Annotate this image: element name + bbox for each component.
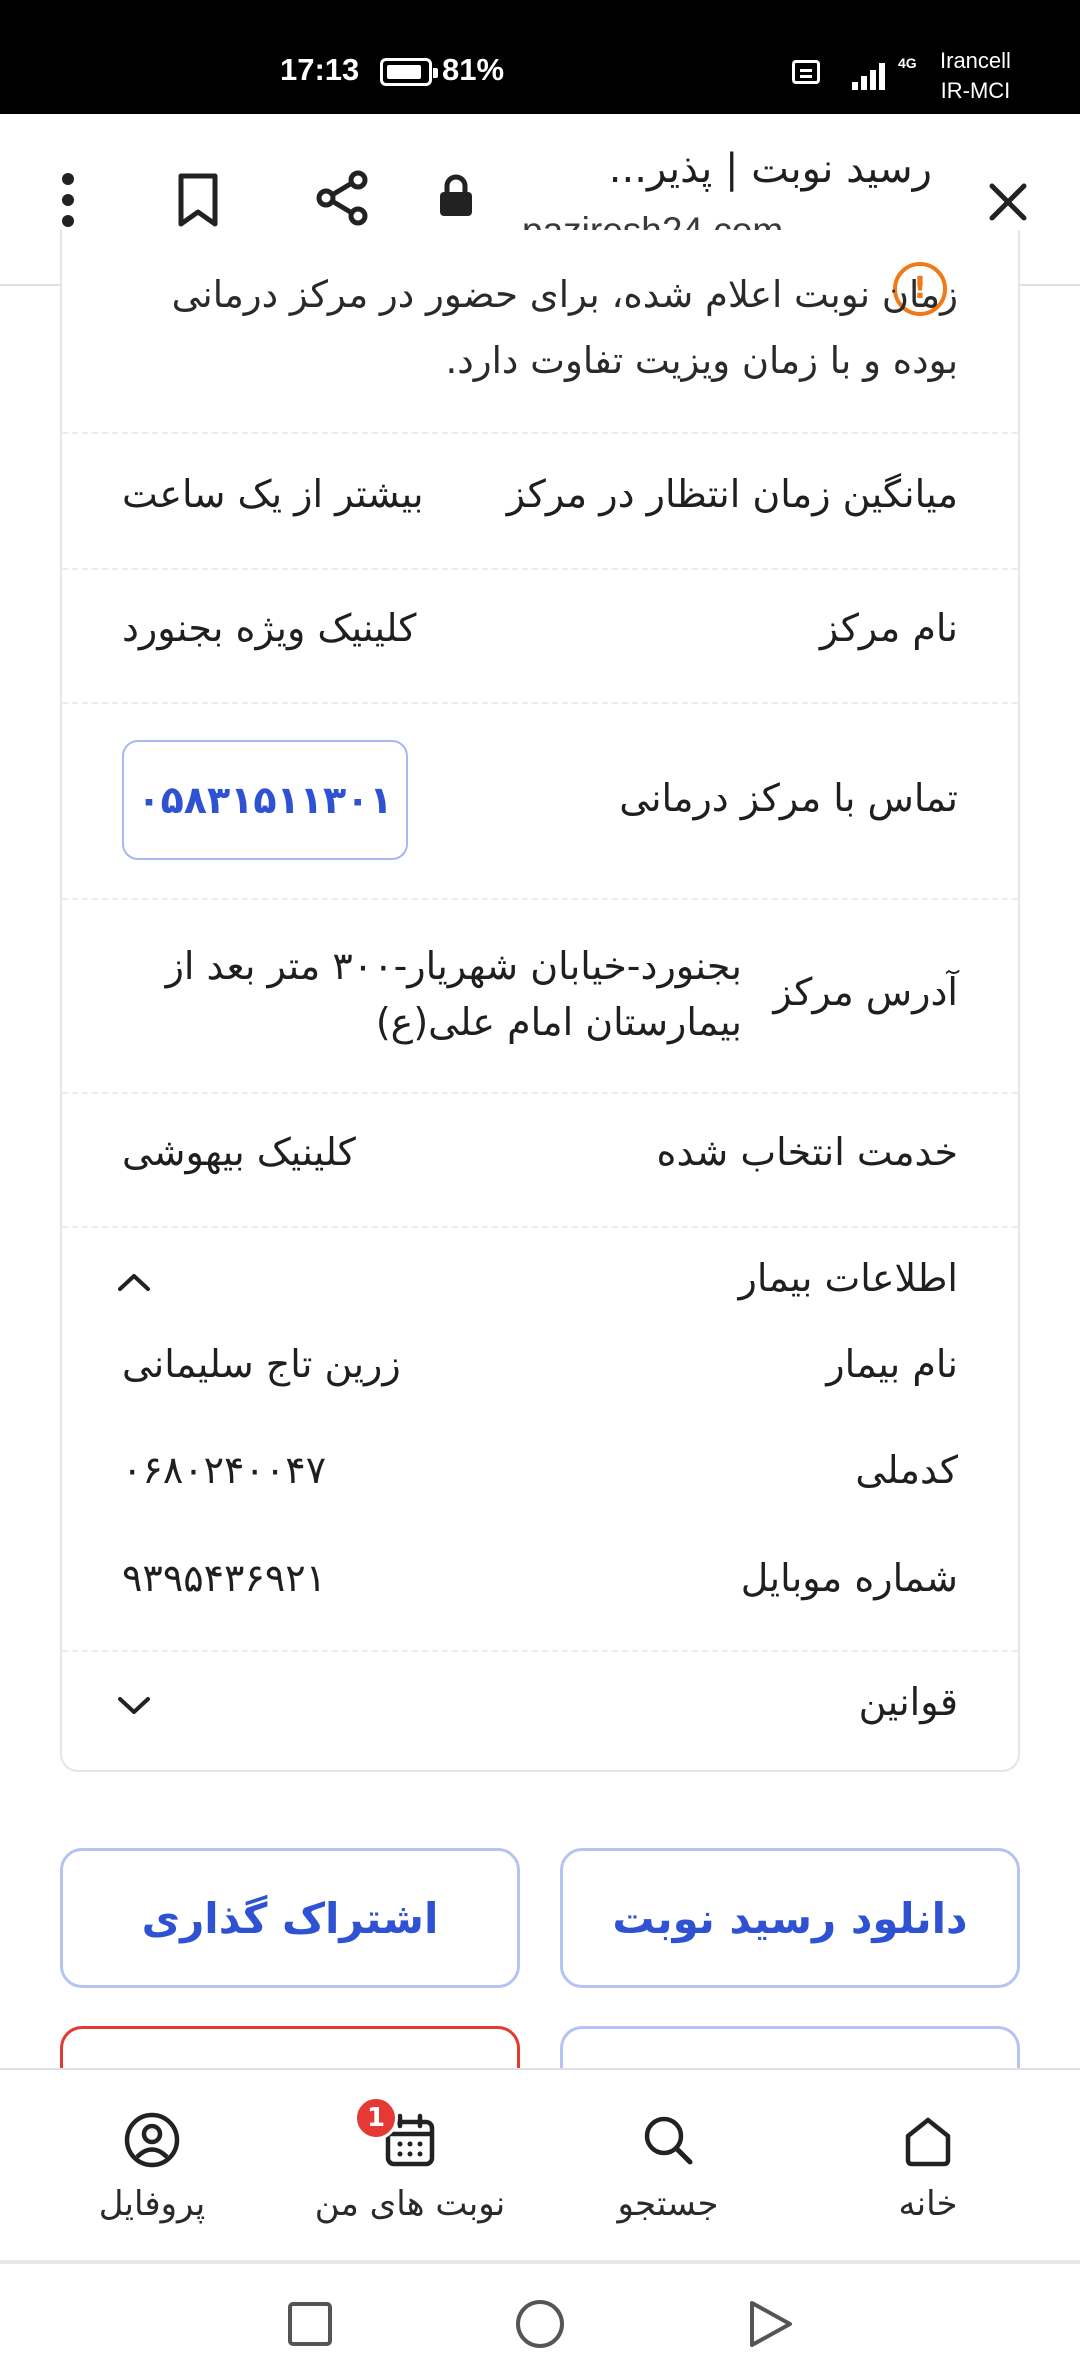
bookmark-icon[interactable] <box>170 168 226 232</box>
service-label: خدمت انتخاب شده <box>656 1130 958 1174</box>
divider <box>62 702 1018 704</box>
recents-icon[interactable] <box>282 2296 338 2352</box>
profile-icon <box>124 2112 180 2168</box>
national-code-label: کدملی <box>855 1448 958 1492</box>
chevron-down-icon[interactable] <box>116 1688 152 1724</box>
chevron-up-icon[interactable] <box>116 1264 152 1300</box>
mobile-value: ۹۳۹۵۴۳۶۹۲۱ <box>122 1556 327 1600</box>
nav-home[interactable]: خانه <box>808 2070 1048 2262</box>
patient-name-value: زرین تاج سلیمانی <box>122 1342 401 1386</box>
national-code-value: ۰۶۸۰۲۴۰۰۴۷ <box>122 1448 327 1492</box>
back-icon[interactable] <box>742 2296 798 2352</box>
nav-search-label: جستجو <box>617 2184 719 2224</box>
system-navigation-bar <box>0 2260 1080 2376</box>
home-icon <box>905 2117 951 2167</box>
page-title: رسید نوبت | پذیر... <box>608 146 932 192</box>
contact-label: تماس با مرکز درمانی <box>619 776 958 820</box>
divider <box>62 1650 1018 1652</box>
status-time: 17:13 <box>280 52 360 87</box>
nav-my-appointments-label: نوبت های من <box>314 2184 506 2224</box>
carrier-name: Irancell IR-MCI <box>940 46 1011 106</box>
home-circle-icon[interactable] <box>512 2296 568 2352</box>
network-type: 4G <box>898 55 917 71</box>
call-center-button[interactable]: ۰۵۸۳۱۵۱۱۳۰۱ <box>122 740 408 860</box>
service-value: کلینیک بیهوشی <box>122 1130 356 1174</box>
more-vert-icon[interactable] <box>52 168 84 232</box>
address-value: بجنورد-خیابان شهریار-۳۰۰ متر بعد از بیما… <box>165 944 742 1044</box>
nav-my-appointments[interactable]: 1 نوبت های من <box>290 2070 530 2262</box>
status-bar: 17:13 81% 4G Irancell IR-MCI <box>0 0 1080 114</box>
share-icon[interactable] <box>310 166 374 230</box>
divider <box>62 568 1018 570</box>
avg-wait-value: بیشتر از یک ساعت <box>122 472 424 516</box>
battery-percent: 81% <box>442 52 505 87</box>
nav-home-label: خانه <box>898 2184 958 2224</box>
mobile-label: شماره موبایل <box>740 1556 958 1600</box>
notification-badge: 1 <box>354 2096 398 2140</box>
close-icon[interactable] <box>978 172 1038 232</box>
divider <box>62 1226 1018 1228</box>
lock-icon[interactable] <box>432 172 480 220</box>
nav-search[interactable]: جستجو <box>548 2070 788 2262</box>
signal-icon <box>852 58 892 90</box>
center-name-label: نام مرکز <box>819 606 958 650</box>
message-notification-icon <box>792 60 820 84</box>
address-label: آدرس مرکز <box>773 970 958 1014</box>
carrier-line1: Irancell <box>940 48 1011 73</box>
nav-profile[interactable]: پروفایل <box>32 2070 272 2262</box>
bottom-navigation: خانه جستجو 1 نوبت های من پروفایل <box>0 2068 1080 2262</box>
divider <box>62 898 1018 900</box>
avg-wait-label: میانگین زمان انتظار در مرکز <box>506 472 958 516</box>
carrier-line2: IR-MCI <box>940 78 1011 103</box>
patient-name-label: نام بیمار <box>826 1342 958 1386</box>
download-receipt-button[interactable]: دانلود رسید نوبت <box>560 1848 1020 1988</box>
share-button[interactable]: اشتراک گذاری <box>60 1848 520 1988</box>
search-icon <box>644 2116 693 2165</box>
center-name-value: کلینیک ویژه بجنورد <box>122 606 417 650</box>
divider <box>62 1092 1018 1094</box>
divider <box>62 432 1018 434</box>
rules-label[interactable]: قوانین <box>859 1680 958 1724</box>
battery-icon <box>380 58 438 86</box>
patient-section-label[interactable]: اطلاعات بیمار <box>738 1256 958 1300</box>
nav-profile-label: پروفایل <box>98 2184 206 2224</box>
visit-time-note: زمان نوبت اعلام شده، برای حضور در مرکز د… <box>171 273 958 382</box>
